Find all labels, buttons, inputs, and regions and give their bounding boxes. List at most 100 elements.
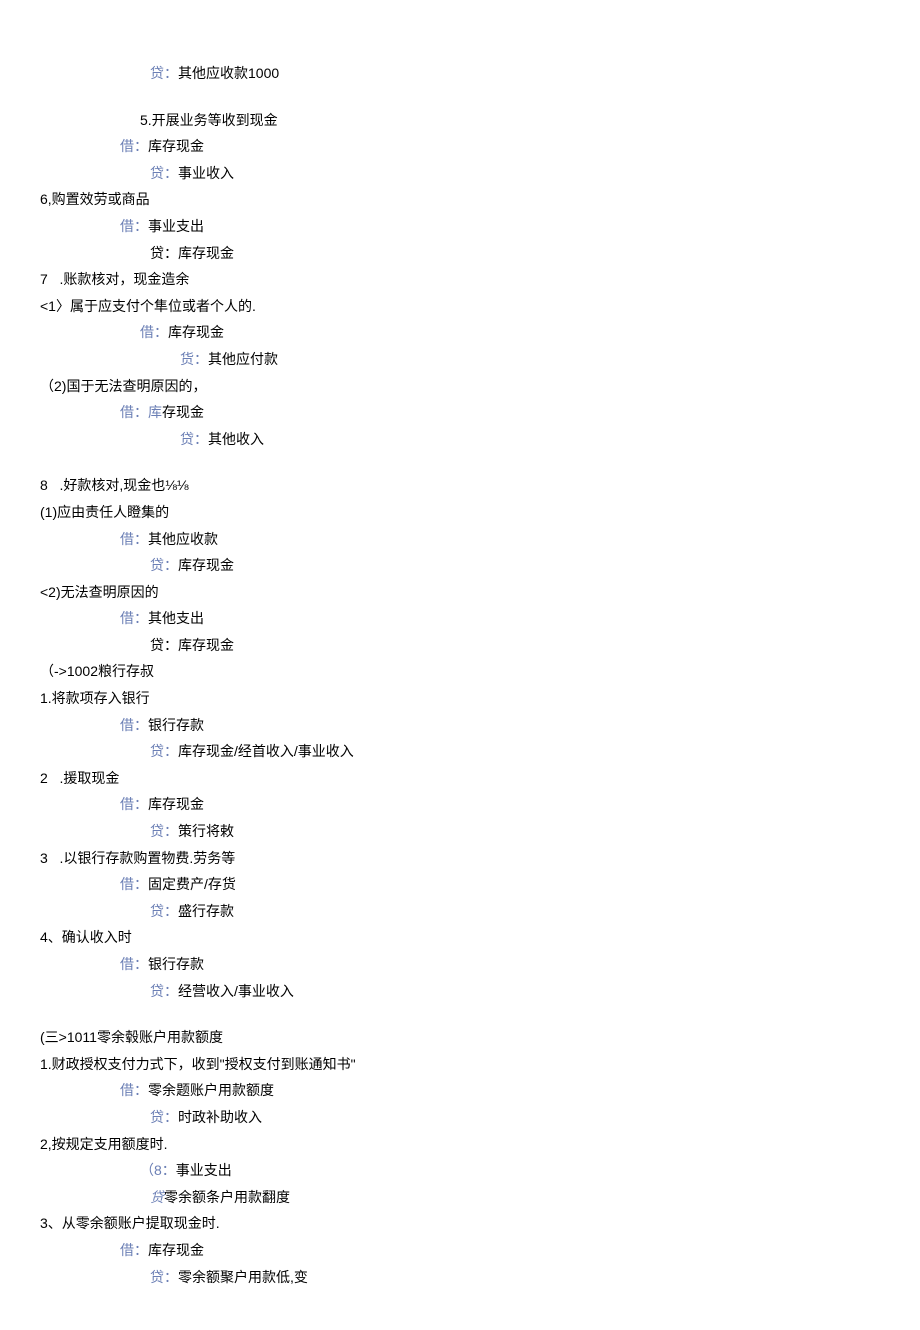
entry-keyword: 借： — [120, 956, 148, 972]
entry-text: 1.财政授权支付力式下，收到"授权支付到账通知书" — [40, 1056, 356, 1072]
entry-text: 库存现金 — [148, 138, 204, 154]
text-line: 借：库存现金 — [40, 1237, 880, 1264]
text-line: 借：库存现金 — [40, 399, 880, 426]
text-line: (1)应由责任人瞪集的 — [40, 499, 880, 526]
entry-keyword: 借： — [120, 796, 148, 812]
text-line: 货：其他应付款 — [40, 346, 880, 373]
entry-keyword: 借： — [120, 1082, 148, 1098]
entry-text: 时政补助收入 — [178, 1109, 262, 1125]
text-line: (三>1011零余毂账户用款额度 — [40, 1024, 880, 1051]
entry-text: 1.将款项存入银行 — [40, 690, 150, 706]
entry-keyword: 借： — [120, 138, 148, 154]
entry-text: 其他应收款 — [148, 531, 218, 547]
text-line: 借：库存现金 — [40, 133, 880, 160]
text-line: 贷：时政补助收入 — [40, 1104, 880, 1131]
entry-text: 6,购置效劳或商品 — [40, 191, 150, 207]
text-line: 借：固定费产/存货 — [40, 871, 880, 898]
entry-text: 库存现金 — [148, 796, 204, 812]
entry-text: 经营收入/事业收入 — [178, 983, 294, 999]
entry-text: 其他应收款1000 — [178, 65, 279, 81]
text-line: 贷零余额条户用款翻度 — [40, 1184, 880, 1211]
entry-text: 其他应付款 — [208, 351, 278, 367]
text-line: 8 .好款核对,现金也⅛⅛ — [40, 472, 880, 499]
text-line: 2,按规定支用额度时. — [40, 1131, 880, 1158]
text-line: 借：银行存款 — [40, 951, 880, 978]
entry-text: 3 .以银行存款购置物费.劳务等 — [40, 850, 235, 866]
entry-text: 库存现金/经首收入/事业收入 — [178, 743, 354, 759]
entry-text: 策行将敕 — [178, 823, 234, 839]
text-line: 借：事业支出 — [40, 213, 880, 240]
entry-keyword: （8： — [140, 1162, 176, 1178]
entry-keyword: 贷 — [150, 1189, 164, 1205]
text-line — [40, 87, 880, 107]
entry-text: 库存现金 — [148, 1242, 204, 1258]
entry-text: 库存现金 — [168, 324, 224, 340]
entry-text: 5.开展业务等收到现金 — [140, 112, 278, 128]
entry-keyword: 借： — [120, 610, 148, 626]
text-line — [40, 452, 880, 472]
text-line: 借：库存现金 — [40, 319, 880, 346]
text-line: 2 .援取现金 — [40, 765, 880, 792]
document-body: 贷：其他应收款10005.开展业务等收到现金借：库存现金贷：事业收入6,购置效劳… — [40, 60, 880, 1290]
text-line: 4、确认收入时 — [40, 924, 880, 951]
entry-text: 银行存款 — [148, 717, 204, 733]
entry-text: (1)应由责任人瞪集的 — [40, 504, 169, 520]
entry-keyword: 借： — [140, 324, 168, 340]
text-line: 贷：库存现金/经首收入/事业收入 — [40, 738, 880, 765]
text-line: 贷：其他应收款1000 — [40, 60, 880, 87]
text-line: 借：零余题账户用款额度 — [40, 1077, 880, 1104]
entry-text: (三>1011零余毂账户用款额度 — [40, 1029, 223, 1045]
entry-keyword: 贷： — [150, 1269, 178, 1285]
entry-text: 事业支出 — [176, 1162, 232, 1178]
entry-text: 零余额条户用款翻度 — [164, 1189, 290, 1205]
text-line: 贷：事业收入 — [40, 160, 880, 187]
entry-text: 7 .账款核对，现金造余 — [40, 271, 189, 287]
entry-text: 盛行存款 — [178, 903, 234, 919]
text-line: 6,购置效劳或商品 — [40, 186, 880, 213]
text-line: 借：库存现金 — [40, 791, 880, 818]
entry-keyword: 借： — [120, 1242, 148, 1258]
text-line: 7 .账款核对，现金造余 — [40, 266, 880, 293]
entry-keyword: 贷： — [150, 165, 178, 181]
text-line: 3 .以银行存款购置物费.劳务等 — [40, 845, 880, 872]
entry-text: 零余额聚户用款低,变 — [178, 1269, 308, 1285]
entry-keyword: 贷： — [150, 65, 178, 81]
text-line: （2)国于无法查明原因的， — [40, 373, 880, 400]
entry-text: 贷：库存现金 — [150, 245, 234, 261]
entry-keyword: 借： — [120, 717, 148, 733]
entry-text: 2 .援取现金 — [40, 770, 119, 786]
entry-text: 8 .好款核对,现金也⅛⅛ — [40, 477, 189, 493]
entry-text: （2)国于无法查明原因的， — [40, 378, 206, 394]
text-line: 贷：其他收入 — [40, 426, 880, 453]
entry-keyword: 货： — [180, 351, 208, 367]
text-line: <1〉属于应支付个隼位或者个人的. — [40, 293, 880, 320]
text-line: 贷：库存现金 — [40, 552, 880, 579]
entry-text: 其他支出 — [148, 610, 204, 626]
entry-text: （->1002粮行存叔 — [40, 663, 154, 679]
text-line: 贷：库存现金 — [40, 632, 880, 659]
entry-keyword: 贷： — [180, 431, 208, 447]
entry-text: 贷：库存现金 — [150, 637, 234, 653]
entry-keyword: 贷： — [150, 1109, 178, 1125]
entry-text: 事业支出 — [148, 218, 204, 234]
text-line — [40, 1004, 880, 1024]
entry-keyword: 贷： — [150, 743, 178, 759]
text-line: 贷：库存现金 — [40, 240, 880, 267]
text-line: （8：事业支出 — [40, 1157, 880, 1184]
text-line: 贷：零余额聚户用款低,变 — [40, 1264, 880, 1291]
entry-text: <1〉属于应支付个隼位或者个人的. — [40, 298, 256, 314]
entry-text: <2)无法查明原因的 — [40, 584, 159, 600]
entry-text: 事业收入 — [178, 165, 234, 181]
entry-keyword: 贷： — [150, 823, 178, 839]
entry-text: 其他收入 — [208, 431, 264, 447]
text-line: 3、从零余额账户提取现金时. — [40, 1210, 880, 1237]
entry-text: 2,按规定支用额度时. — [40, 1136, 168, 1152]
text-line: 贷：经营收入/事业收入 — [40, 978, 880, 1005]
text-line: 1.财政授权支付力式下，收到"授权支付到账通知书" — [40, 1051, 880, 1078]
text-line: 5.开展业务等收到现金 — [40, 107, 880, 134]
entry-text: 银行存款 — [148, 956, 204, 972]
entry-text: 固定费产/存货 — [148, 876, 236, 892]
entry-keyword: 贷： — [150, 557, 178, 573]
entry-text: 4、确认收入时 — [40, 929, 132, 945]
entry-text: 存现金 — [162, 404, 204, 420]
